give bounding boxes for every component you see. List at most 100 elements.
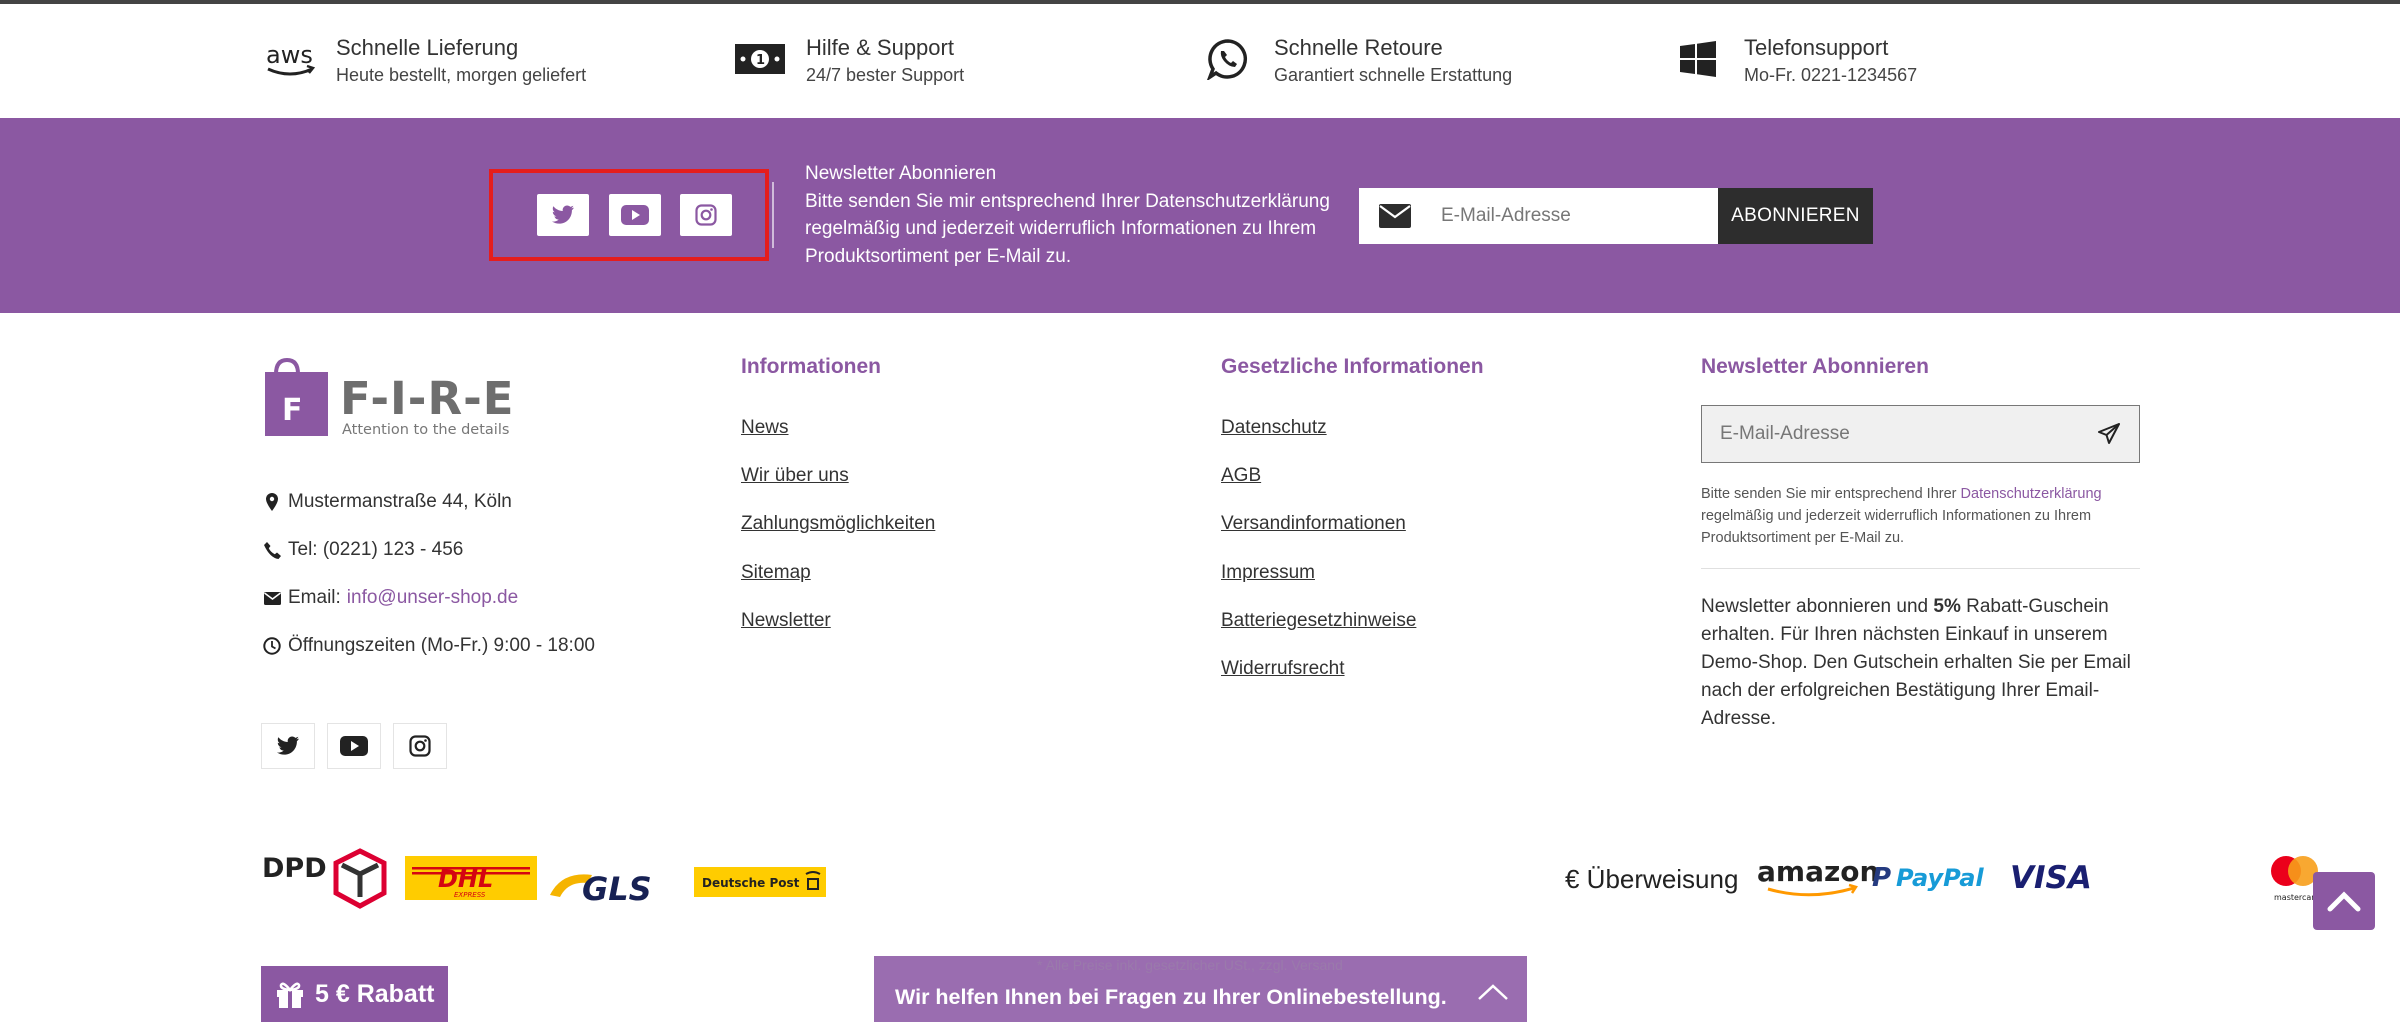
feature-title: Hilfe & Support	[806, 35, 954, 60]
amazon-text: amazon	[1757, 855, 1879, 888]
feature-phone-support: Telefonsupport Mo-Fr. 0221-1234567	[1670, 34, 1917, 90]
dpd-text: DPD	[262, 853, 327, 884]
twitter-icon	[277, 736, 299, 755]
footer-instagram-button[interactable]	[393, 723, 447, 769]
footer-twitter-button[interactable]	[261, 723, 315, 769]
contact-email: Email: info@unser-shop.de	[262, 585, 518, 611]
feature-strip: aws Schnelle Lieferung Heute bestellt, m…	[0, 4, 2400, 118]
whatsapp-icon	[1200, 34, 1256, 84]
envelope-icon	[262, 591, 282, 605]
price-disclaimer: * Alle Preise inkl. gesetzlicher USt., z…	[1037, 957, 1343, 973]
post-text: Deutsche Post	[702, 876, 800, 890]
visa-text: VISA	[2010, 860, 2092, 896]
newsletter-consent-text: Bitte senden Sie mir entsprechend Ihrer …	[1701, 483, 2141, 549]
twitter-button[interactable]	[537, 194, 589, 236]
discount-badge[interactable]: 5 € Rabatt	[261, 966, 448, 1022]
consent-text-pre: Bitte senden Sie mir entsprechend Ihrer	[1701, 486, 1957, 502]
band-divider	[772, 182, 774, 248]
link-battery-notice[interactable]: Batteriegesetzhinweise	[1221, 608, 1416, 634]
email-link[interactable]: info@unser-shop.de	[347, 587, 518, 609]
paper-plane-icon	[2098, 423, 2120, 444]
dhl-logo: DHL EXPRESS	[405, 856, 537, 900]
feature-title: Schnelle Lieferung	[336, 35, 519, 60]
privacy-link[interactable]: Datenschutzerklärung	[1961, 486, 2102, 502]
link-payment-options[interactable]: Zahlungsmöglichkeiten	[741, 511, 935, 537]
contact-phone: Tel: (0221) 123 - 456	[262, 537, 463, 563]
deutsche-post-logo: Deutsche Post	[694, 867, 826, 897]
link-shipping-info[interactable]: Versandinformationen	[1221, 511, 1406, 537]
feature-fast-delivery: aws Schnelle Lieferung Heute bestellt, m…	[262, 34, 586, 90]
promo-text-pre: Newsletter abonnieren und	[1701, 596, 1929, 617]
shop-logo[interactable]: F F-I-R-E Attention to the details	[262, 357, 522, 443]
windows-icon	[1670, 34, 1726, 84]
subscribe-button[interactable]: ABONNIEREN	[1718, 188, 1873, 244]
promo-percent: 5%	[1933, 596, 1961, 617]
youtube-button[interactable]	[609, 194, 661, 236]
discount-label: 5 € Rabatt	[315, 979, 435, 1008]
help-text: Wir helfen Ihnen bei Fragen zu Ihrer Onl…	[895, 984, 1447, 1009]
legal-info-title: Gesetzliche Informationen	[1221, 355, 1484, 378]
svg-text:1: 1	[756, 53, 765, 68]
instagram-icon	[409, 735, 431, 757]
informationen-title: Informationen	[741, 355, 881, 378]
address-text: Mustermanstraße 44, Köln	[288, 491, 512, 512]
band-newsletter-text: Newsletter Abonnieren Bitte senden Sie m…	[805, 160, 1345, 270]
dpd-logo: DPD	[262, 848, 387, 909]
feature-fast-returns: Schnelle Retoure Garantiert schnelle Ers…	[1200, 34, 1512, 90]
dhl-express-text: EXPRESS	[454, 891, 486, 899]
newsletter-band: Newsletter Abonnieren Bitte senden Sie m…	[0, 118, 2400, 313]
link-withdrawal-right[interactable]: Widerrufsrecht	[1221, 656, 1345, 682]
chevron-up-icon	[2327, 891, 2361, 912]
send-button[interactable]	[2079, 406, 2139, 462]
map-marker-icon	[262, 493, 282, 511]
link-news[interactable]: News	[741, 415, 789, 441]
instagram-button[interactable]	[680, 194, 732, 236]
feature-subtitle: Heute bestellt, morgen geliefert	[336, 65, 587, 85]
phone-text: Tel: (0221) 123 - 456	[288, 539, 464, 560]
gls-logo: GLS	[550, 870, 652, 908]
gift-icon	[275, 979, 305, 1009]
footer: F F-I-R-E Attention to the details Muste…	[0, 313, 2400, 1022]
footer-youtube-button[interactable]	[327, 723, 381, 769]
band-newsletter-title: Newsletter Abonnieren	[805, 163, 997, 184]
newsletter-promo-text: Newsletter abonnieren und 5% Rabatt-Gusc…	[1701, 593, 2146, 733]
newsletter-title: Newsletter Abonnieren	[1701, 355, 1929, 378]
back-to-top-button[interactable]	[2313, 872, 2375, 930]
link-privacy[interactable]: Datenschutz	[1221, 415, 1327, 441]
svg-text:P: P	[1872, 863, 1891, 893]
feature-title: Schnelle Retoure	[1274, 35, 1443, 60]
band-email-input[interactable]	[1431, 188, 1718, 244]
feature-subtitle: Mo-Fr. 0221-1234567	[1744, 65, 1918, 85]
logo-letter: F	[282, 393, 303, 428]
band-newsletter-form: ABONNIEREN	[1359, 188, 1873, 244]
bank-transfer-text: € Überweisung	[1565, 863, 1739, 894]
newsletter-divider	[1701, 568, 2140, 569]
twitter-icon	[552, 205, 574, 224]
paypal-text: PayPal	[1896, 864, 1984, 892]
link-about-us[interactable]: Wir über uns	[741, 463, 849, 489]
link-sitemap[interactable]: Sitemap	[741, 560, 811, 586]
gls-text: GLS	[582, 870, 652, 908]
envelope-icon	[1359, 188, 1431, 244]
dhl-text: DHL	[438, 865, 493, 893]
paypal-logo: P PayPal	[1872, 863, 1984, 893]
logo-tagline: Attention to the details	[342, 422, 509, 438]
instagram-icon	[695, 204, 717, 226]
feature-subtitle: Garantiert schnelle Erstattung	[1274, 65, 1513, 85]
visa-logo: VISA	[2010, 860, 2092, 896]
amazon-logo: amazon	[1757, 855, 1880, 897]
clock-icon	[262, 637, 282, 655]
youtube-icon	[621, 205, 649, 225]
svg-text:aws: aws	[266, 41, 313, 69]
logo-name: F-I-R-E	[340, 372, 515, 425]
link-newsletter[interactable]: Newsletter	[741, 608, 831, 634]
link-terms[interactable]: AGB	[1221, 463, 1261, 489]
link-imprint[interactable]: Impressum	[1221, 560, 1315, 586]
newsletter-email-input[interactable]	[1702, 406, 2079, 462]
youtube-icon	[340, 736, 368, 756]
phone-icon	[262, 541, 282, 559]
consent-text-post: regelmäßig und jederzeit widerruflich In…	[1701, 508, 2092, 546]
feature-title: Telefonsupport	[1744, 35, 1889, 60]
chevron-up-icon	[1477, 983, 1509, 1006]
contact-address: Mustermanstraße 44, Köln	[262, 489, 512, 515]
